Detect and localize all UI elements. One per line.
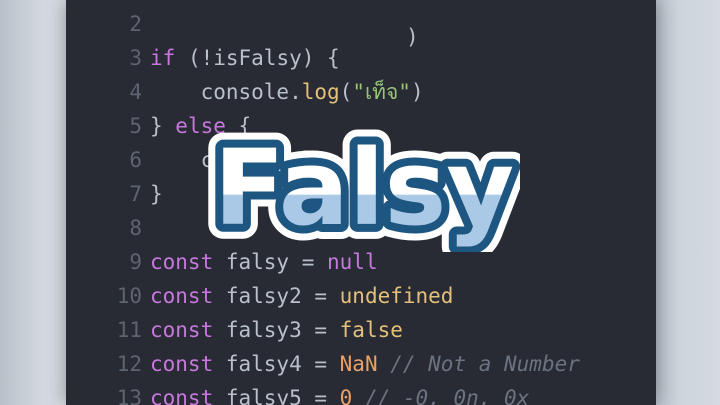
code-token: ) (410, 80, 424, 104)
code-token: const (150, 284, 214, 308)
code-token: const (150, 386, 214, 405)
code-text: const falsy5 = 0 // -0, 0n, 0x (150, 381, 529, 405)
background-right (652, 0, 720, 405)
code-text: if (!isFalsy) { (150, 41, 340, 75)
code-token: } (150, 114, 176, 138)
code-line: 3 if (!isFalsy) { (66, 41, 656, 75)
code-text: console.log("เท็จ") (150, 75, 424, 109)
code-token: const (150, 250, 214, 274)
code-token: falsy2 = (213, 284, 340, 308)
line-number: 12 (116, 352, 142, 376)
code-text: } (150, 177, 163, 211)
code-token: falsy3 = (213, 318, 340, 342)
code-line: 11 const falsy3 = false (66, 313, 656, 347)
code-token: const (150, 352, 214, 376)
code-token: false (339, 318, 403, 342)
code-token: // Not a Number (377, 352, 580, 376)
code-text: const falsy3 = false (150, 313, 403, 347)
line-number: 8 (129, 216, 142, 240)
code-token: console. (150, 80, 302, 104)
code-token: // -0, 0n, 0x (352, 386, 530, 405)
code-token: log (301, 80, 340, 104)
code-token: null (327, 250, 378, 274)
code-text: const falsy2 = undefined (150, 279, 453, 313)
code-token: } (150, 182, 163, 206)
line-number: 11 (116, 318, 142, 342)
code-token: c (150, 148, 214, 172)
code-token: 0 (339, 386, 353, 405)
code-token: falsy = (213, 250, 328, 274)
line-number: 4 (129, 80, 142, 104)
code-line: 2 (66, 7, 656, 41)
title-text: Falsy (214, 128, 514, 249)
code-line: 4 console.log("เท็จ") (66, 75, 656, 109)
line-number: 2 (129, 12, 142, 36)
line-number: 10 (116, 284, 142, 308)
code-token: undefined (339, 284, 454, 308)
line-number: 5 (129, 114, 142, 138)
line-number: 7 (129, 182, 142, 206)
code-token: if (150, 46, 176, 70)
line-number: 9 (129, 250, 142, 274)
video-frame: ) 2 3 if (!isFalsy) {4 console.log("เท็จ")… (0, 0, 720, 405)
line-number: 6 (129, 148, 142, 172)
code-token: (!isFalsy) { (175, 46, 340, 70)
code-line: 10 const falsy2 = undefined (66, 279, 656, 313)
code-token: "เท็จ" (352, 80, 411, 104)
code-token: const (150, 318, 214, 342)
code-text: const falsy4 = NaN // Not a Number (150, 347, 580, 381)
code-token: NaN (339, 352, 378, 376)
line-number: 3 (129, 46, 142, 70)
code-line: 13 const falsy5 = 0 // -0, 0n, 0x (66, 381, 656, 405)
code-token: falsy5 = (213, 386, 340, 405)
line-number: 13 (116, 386, 142, 405)
title-overlay: Falsy Falsy Falsy (208, 128, 520, 252)
code-line: 12 const falsy4 = NaN // Not a Number (66, 347, 656, 381)
code-token: falsy4 = (213, 352, 340, 376)
title-logo: Falsy Falsy Falsy (208, 128, 520, 252)
code-token: ( (339, 80, 353, 104)
